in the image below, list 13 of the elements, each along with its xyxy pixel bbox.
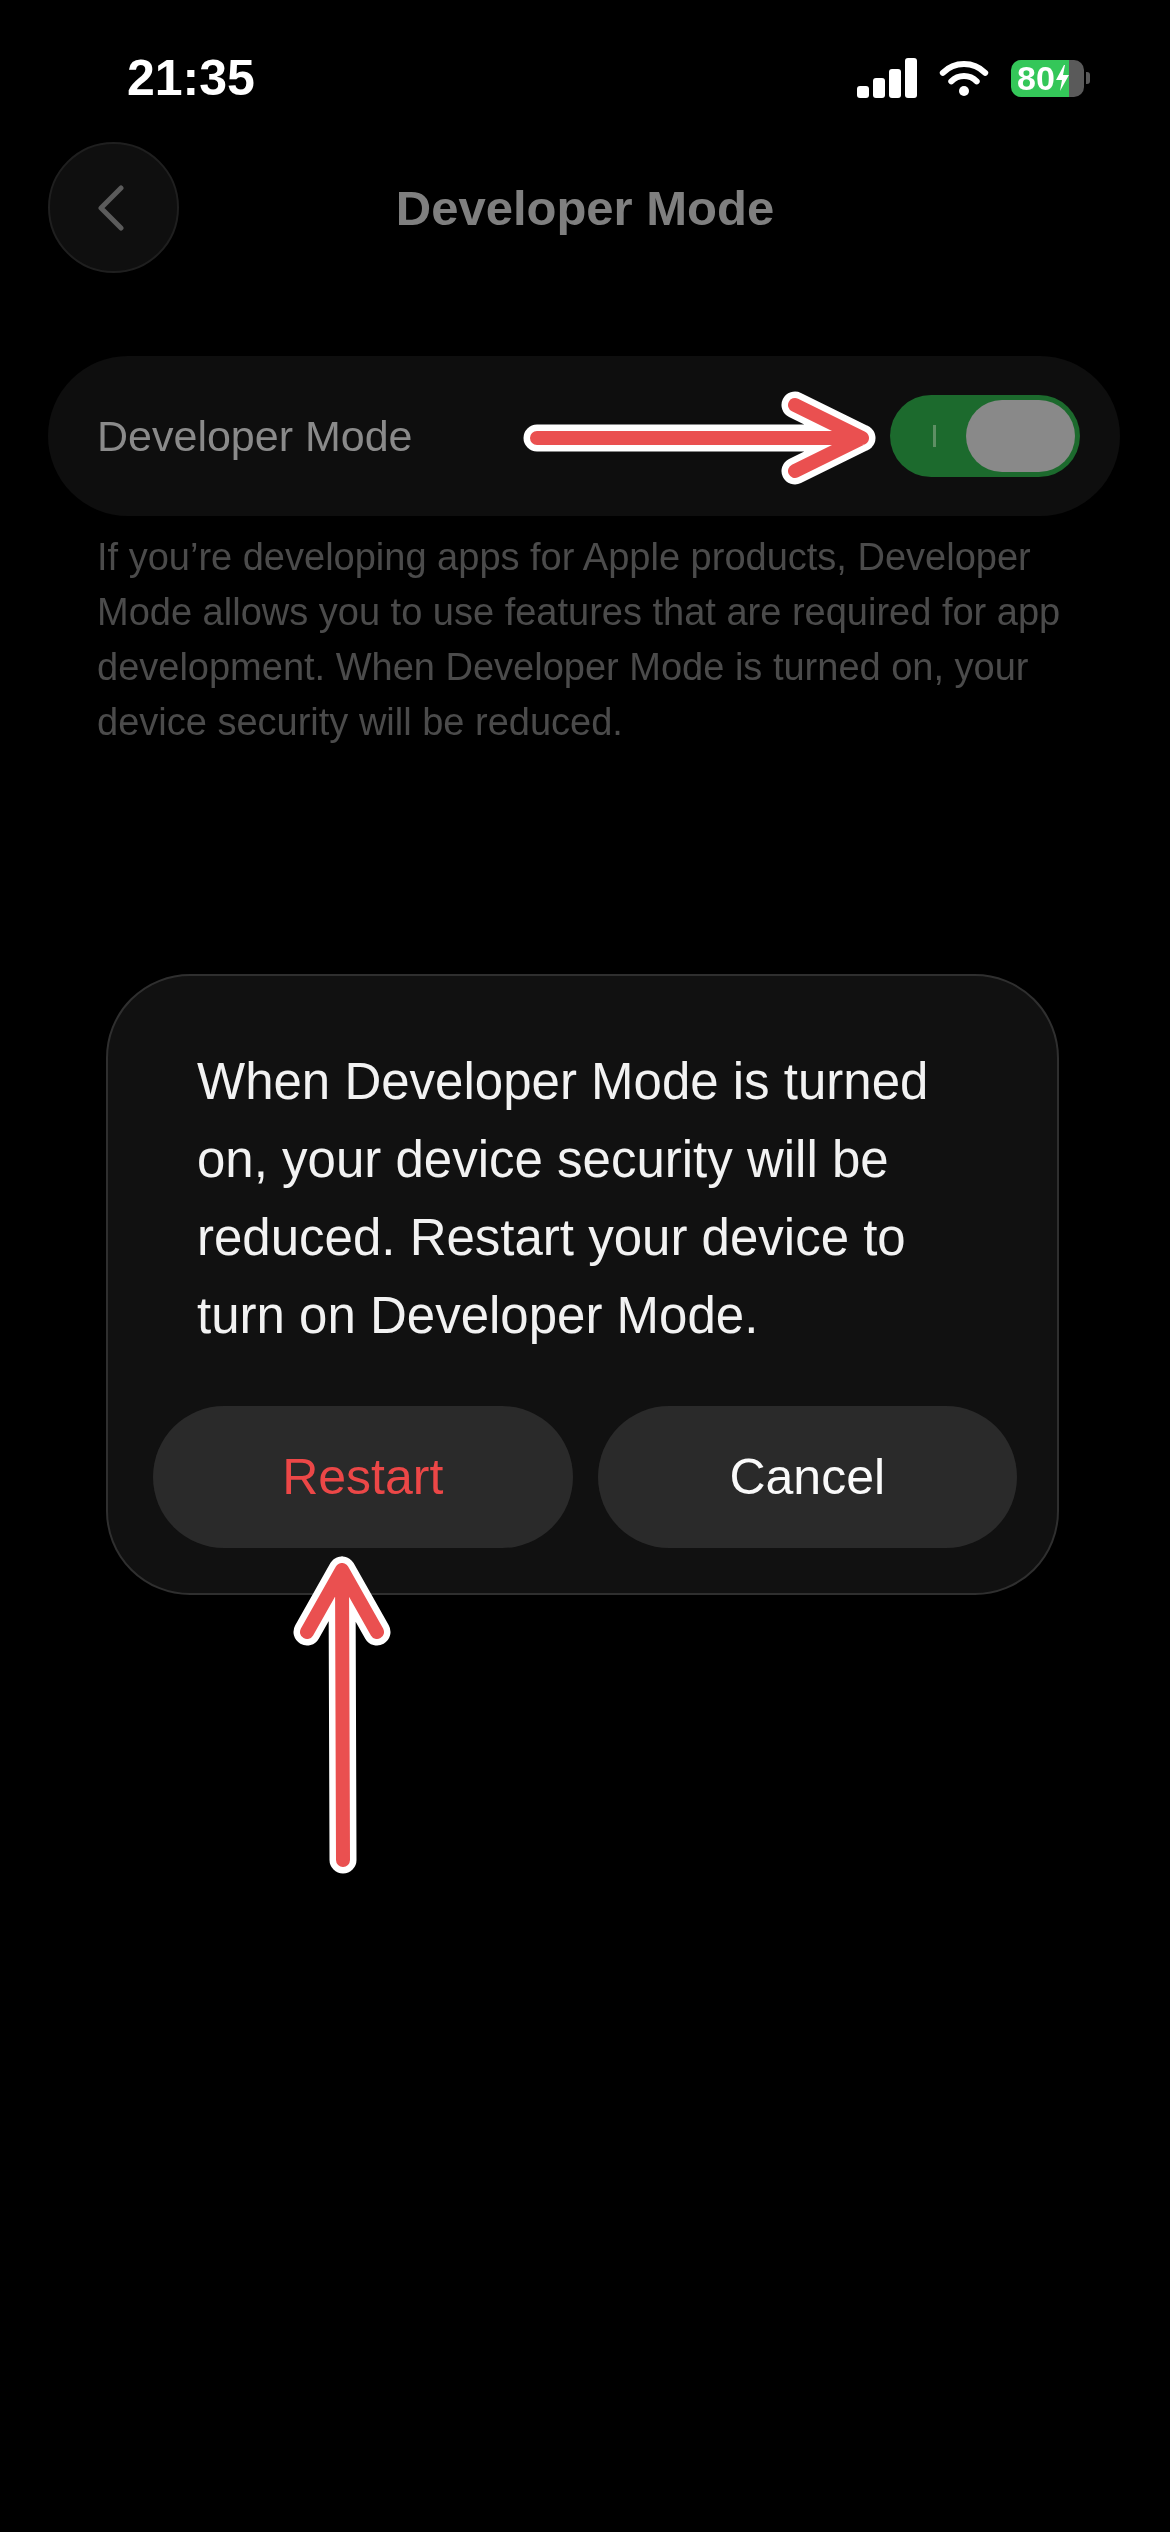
setting-label: Developer Mode bbox=[97, 411, 413, 462]
dialog-button[interactable]: Restart bbox=[153, 1406, 573, 1548]
charging-bolt-icon bbox=[1055, 65, 1069, 91]
alert-message: When Developer Mode is turned on, your device security will be reduced. Restart your device to turn on Developer Mode. bbox=[197, 1052, 930, 1346]
switch-on-mark-icon bbox=[933, 425, 936, 447]
signal-icon bbox=[857, 58, 917, 98]
status-time: 21:35 bbox=[127, 50, 255, 106]
wifi-icon bbox=[939, 59, 989, 97]
page-title: Developer Mode bbox=[395, 179, 775, 237]
setting-description: If you’re developing apps for Apple products, Developer Mode allows you to use features that are required for app development. When Developer Mode is turned on, your device security will be reduced. bbox=[97, 535, 1062, 745]
battery-percentage: 80 bbox=[1017, 59, 1055, 97]
chevron-left-icon bbox=[96, 184, 125, 231]
dialog-button[interactable]: Cancel bbox=[597, 1406, 1017, 1548]
